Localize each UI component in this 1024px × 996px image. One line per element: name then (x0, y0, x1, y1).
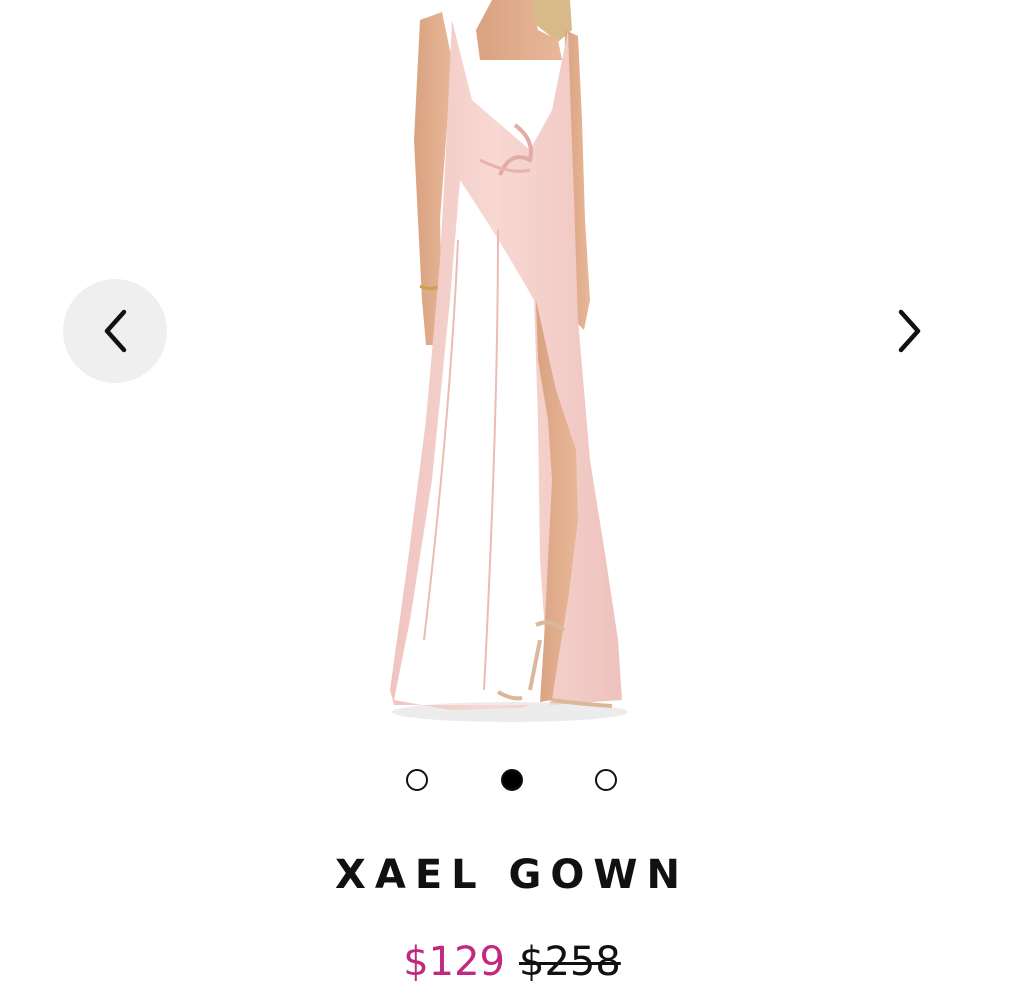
original-price: $258 (519, 939, 621, 985)
price-block: $129 $258 (0, 936, 1024, 988)
next-image-button[interactable] (858, 279, 962, 383)
product-image (390, 0, 628, 722)
chevron-right-icon (898, 309, 921, 353)
carousel-dot-3[interactable] (595, 769, 617, 791)
chevron-left-icon (104, 309, 127, 353)
product-image-carousel (0, 0, 1024, 740)
sale-price: $129 (403, 939, 505, 985)
carousel-dot-2-active[interactable] (501, 769, 523, 791)
carousel-pagination (0, 768, 1024, 792)
carousel-dot-1[interactable] (406, 769, 428, 791)
product-title: XAEL GOWN (335, 852, 689, 898)
previous-image-button[interactable] (63, 279, 167, 383)
